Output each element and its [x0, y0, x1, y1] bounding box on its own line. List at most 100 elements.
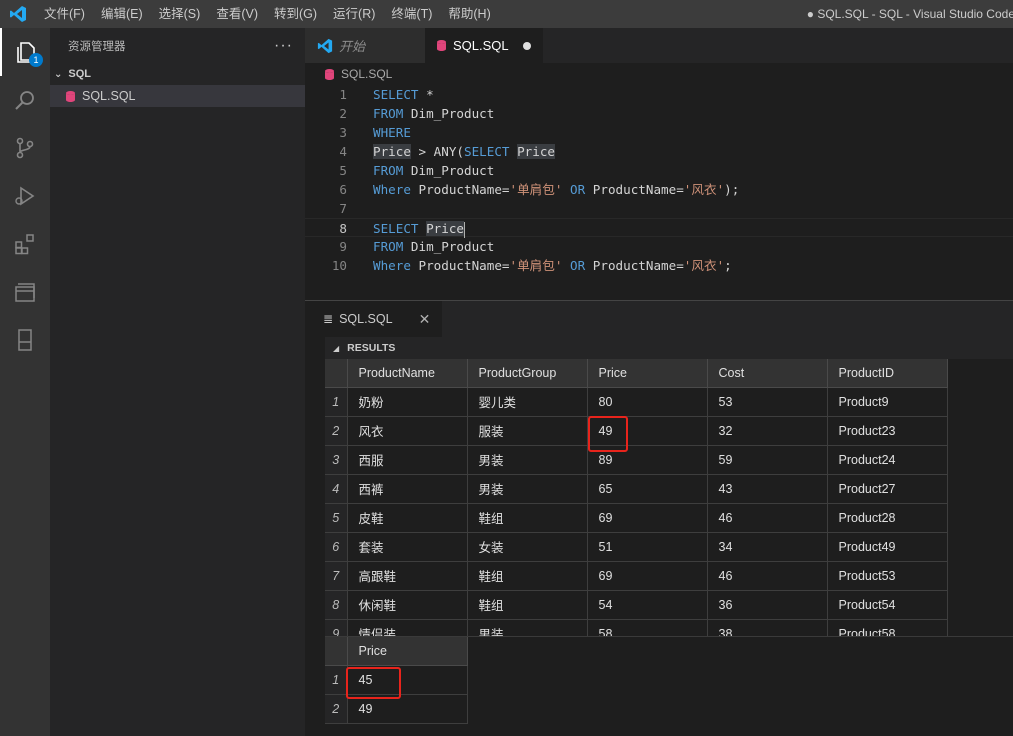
table-cell[interactable]: 34 — [707, 532, 828, 562]
results-file-icon: ≣ — [323, 312, 334, 326]
table-cell[interactable]: 鞋组 — [467, 590, 588, 620]
menu-help[interactable]: 帮助(H) — [440, 0, 498, 28]
database-activity[interactable] — [0, 316, 50, 364]
table-cell[interactable]: 风衣 — [347, 416, 468, 446]
close-icon[interactable]: ✕ — [419, 311, 431, 328]
explorer-activity[interactable]: 1 — [0, 28, 50, 76]
line-number: 2 — [339, 106, 347, 121]
table-cell[interactable]: 53 — [707, 387, 828, 417]
table-cell[interactable]: 59 — [707, 445, 828, 475]
table-cell[interactable]: 69 — [587, 503, 708, 533]
column-header[interactable]: ProductGroup — [467, 359, 588, 388]
table-row[interactable]: 4 西裤 男装 65 43 Product27 — [325, 474, 948, 504]
tab-results[interactable]: ≣ SQL.SQL ✕ — [305, 301, 443, 337]
table-cell[interactable]: 男装 — [467, 445, 588, 475]
table-cell[interactable]: 58 — [587, 619, 708, 636]
column-header[interactable]: ProductID — [827, 359, 948, 388]
menu-edit[interactable]: 编辑(E) — [93, 0, 151, 28]
row-number: 6 — [325, 532, 348, 562]
source-control-activity[interactable] — [0, 124, 50, 172]
table-cell[interactable]: 奶粉 — [347, 387, 468, 417]
table-cell[interactable]: Product27 — [827, 474, 948, 504]
database-panel-icon — [18, 329, 32, 351]
table-cell[interactable]: 46 — [707, 503, 828, 533]
menu-run[interactable]: 运行(R) — [325, 0, 383, 28]
column-header[interactable]: Price — [347, 637, 468, 666]
table-row[interactable]: 5 皮鞋 鞋组 69 46 Product28 — [325, 503, 948, 533]
table-cell[interactable]: Product49 — [827, 532, 948, 562]
table-cell[interactable]: 80 — [587, 387, 708, 417]
remote-explorer-activity[interactable] — [0, 268, 50, 316]
table-row[interactable]: 6 套装 女装 51 34 Product49 — [325, 532, 948, 562]
tab-sql-file[interactable]: SQL.SQL — [425, 28, 543, 63]
menu-view[interactable]: 查看(V) — [208, 0, 266, 28]
more-actions-icon[interactable]: ··· — [274, 37, 293, 55]
table-cell[interactable]: 西裤 — [347, 474, 468, 504]
table-cell[interactable]: 男装 — [467, 474, 588, 504]
table-row[interactable]: 2 风衣 服装 49 32 Product23 — [325, 416, 948, 446]
table-cell[interactable]: 西服 — [347, 445, 468, 475]
menu-file[interactable]: 文件(F) — [36, 0, 93, 28]
breadcrumb-file: SQL.SQL — [341, 67, 393, 81]
line-number: 3 — [339, 125, 347, 140]
table-cell[interactable]: 皮鞋 — [347, 503, 468, 533]
folder-section[interactable]: ⌄ SQL — [50, 63, 305, 85]
menu-bar: 文件(F) 编辑(E) 选择(S) 查看(V) 转到(G) 运行(R) 终端(T… — [36, 0, 499, 28]
table-cell[interactable]: 51 — [587, 532, 708, 562]
code-editor[interactable]: 1 SELECT * 2 FROM Dim_Product 3 WHERE 4 Pric… — [305, 85, 1013, 275]
table-cell[interactable]: 鞋组 — [467, 503, 588, 533]
table-row[interactable]: 1 奶粉 婴儿类 80 53 Product9 — [325, 387, 948, 417]
vscode-logo-icon — [0, 0, 36, 28]
table-cell[interactable]: 高跟鞋 — [347, 561, 468, 591]
table-cell[interactable]: Product28 — [827, 503, 948, 533]
table-cell[interactable]: Product9 — [827, 387, 948, 417]
table-cell[interactable]: 43 — [707, 474, 828, 504]
breadcrumb[interactable]: SQL.SQL — [305, 63, 1013, 85]
editor-area: 开始 SQL.SQL SQL.SQL 1 SELECT * 2 FROM Dim_P… — [305, 28, 1013, 300]
vscode-tab-icon — [317, 38, 333, 53]
table-cell[interactable]: Product58 — [827, 619, 948, 636]
column-header[interactable]: Cost — [707, 359, 828, 388]
code-line: 3 WHERE — [305, 123, 1013, 142]
row-number: 3 — [325, 445, 348, 475]
table-cell[interactable]: Product53 — [827, 561, 948, 591]
code-line: 7 — [305, 199, 1013, 218]
extensions-activity[interactable] — [0, 220, 50, 268]
column-header[interactable]: ProductName — [347, 359, 468, 388]
table-cell[interactable]: 36 — [707, 590, 828, 620]
table-cell[interactable]: 54 — [587, 590, 708, 620]
column-header[interactable]: Price — [587, 359, 708, 388]
search-activity[interactable] — [0, 76, 50, 124]
table-cell[interactable]: 32 — [707, 416, 828, 446]
table-cell[interactable]: 女装 — [467, 532, 588, 562]
menu-go[interactable]: 转到(G) — [266, 0, 325, 28]
table-cell[interactable]: 鞋组 — [467, 561, 588, 591]
table-cell[interactable]: 婴儿类 — [467, 387, 588, 417]
table-cell[interactable]: 65 — [587, 474, 708, 504]
table-cell[interactable]: 38 — [707, 619, 828, 636]
highlight-box — [346, 667, 401, 699]
table-row[interactable]: 7 高跟鞋 鞋组 69 46 Product53 — [325, 561, 948, 591]
file-item-sql[interactable]: SQL.SQL — [50, 85, 305, 107]
menu-terminal[interactable]: 终端(T) — [383, 0, 440, 28]
table-cell[interactable]: Product24 — [827, 445, 948, 475]
table-row[interactable]: 3 西服 男装 89 59 Product24 — [325, 445, 948, 475]
table-row[interactable]: 8 休闲鞋 鞋组 54 36 Product54 — [325, 590, 948, 620]
results-grid-1-viewport[interactable]: ProductName ProductGroup Price Cost ProductI… — [325, 359, 1013, 636]
table-cell[interactable]: Product23 — [827, 416, 948, 446]
results-header[interactable]: ◢ RESULTS — [325, 337, 1013, 359]
unsaved-dot-icon[interactable] — [523, 41, 531, 50]
run-debug-activity[interactable] — [0, 172, 50, 220]
row-number: 9 — [325, 619, 348, 636]
table-cell[interactable]: 男装 — [467, 619, 588, 636]
tab-welcome[interactable]: 开始 — [305, 28, 425, 63]
table-row[interactable]: 9 情侣装 男装 58 38 Product58 — [325, 619, 948, 636]
table-cell[interactable]: 服装 — [467, 416, 588, 446]
table-cell[interactable]: 69 — [587, 561, 708, 591]
menu-selection[interactable]: 选择(S) — [151, 0, 209, 28]
table-cell[interactable]: 情侣装 — [347, 619, 468, 636]
table-cell[interactable]: 46 — [707, 561, 828, 591]
table-cell[interactable]: 套装 — [347, 532, 468, 562]
table-cell[interactable]: 休闲鞋 — [347, 590, 468, 620]
table-cell[interactable]: Product54 — [827, 590, 948, 620]
